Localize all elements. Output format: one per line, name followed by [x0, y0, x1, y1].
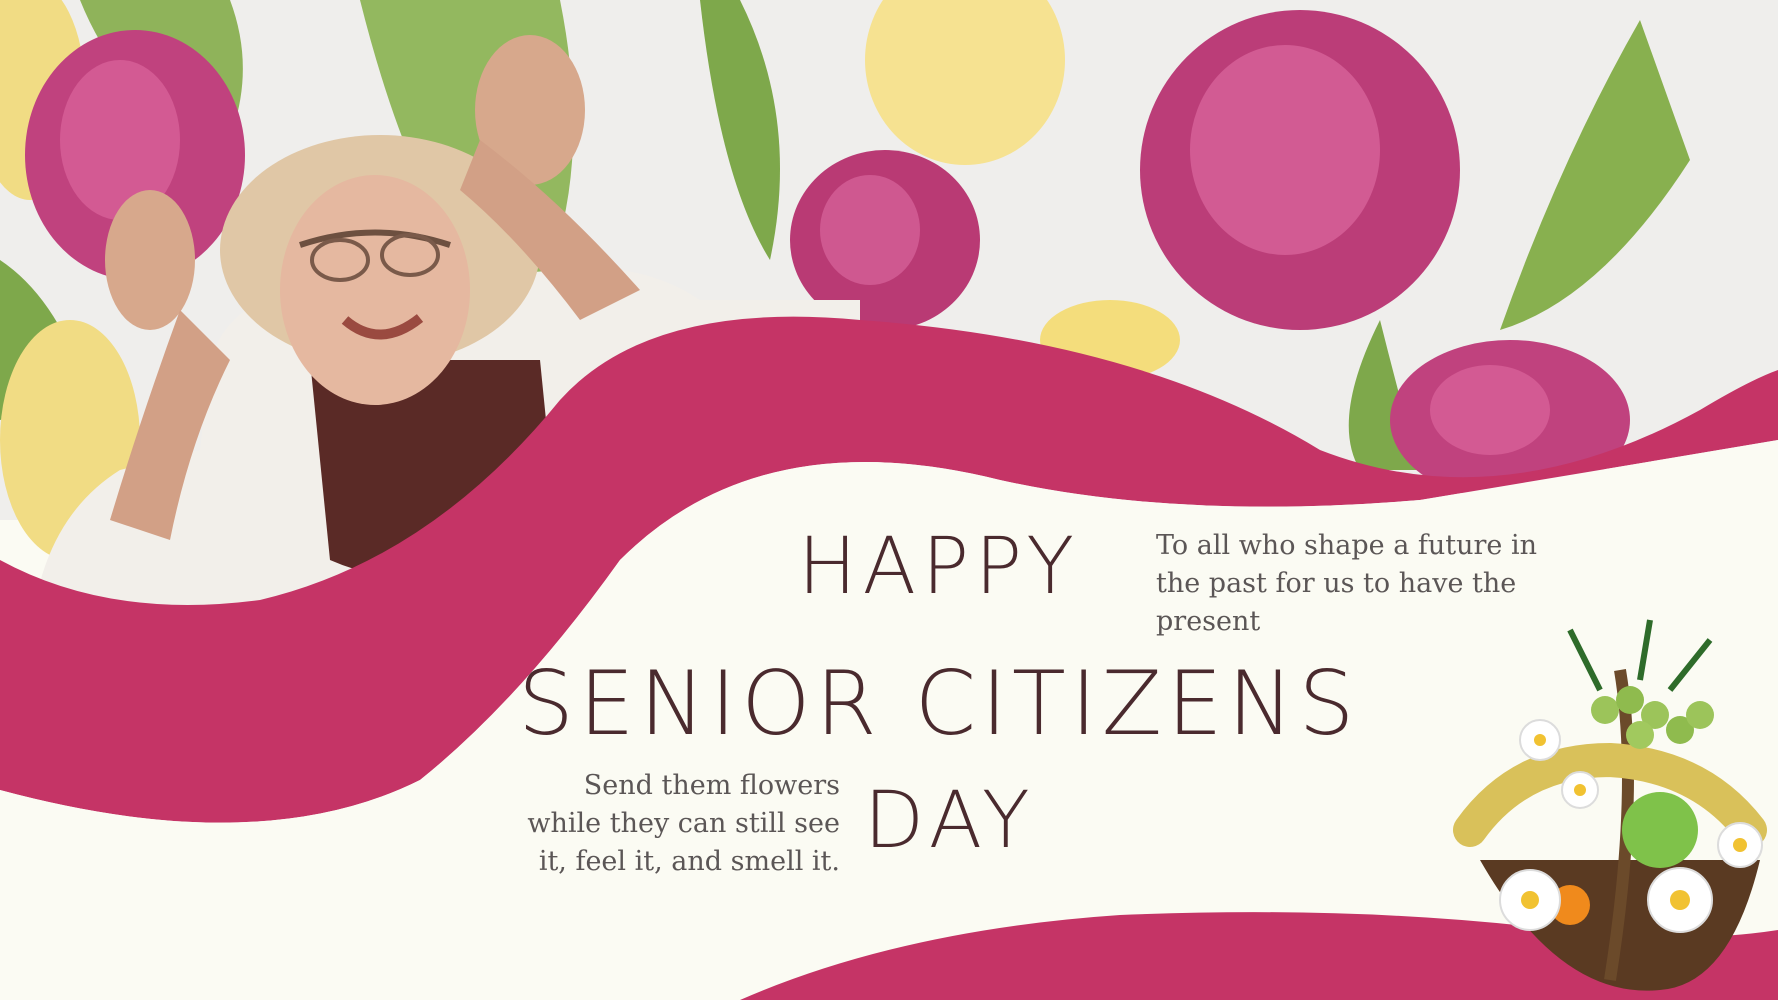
greeting-card: HAPPY SENIOR CITIZENS DAY To all who sha…: [0, 0, 1778, 1000]
tagline-top: To all who shape a future in the past fo…: [1156, 530, 1538, 637]
headline-day: DAY: [864, 776, 1036, 866]
headline-happy: HAPPY: [798, 522, 1081, 612]
tagline-bottom: Send them flowers while they can still s…: [527, 770, 840, 877]
headline-senior-citizens: SENIOR CITIZENS: [518, 652, 1360, 755]
